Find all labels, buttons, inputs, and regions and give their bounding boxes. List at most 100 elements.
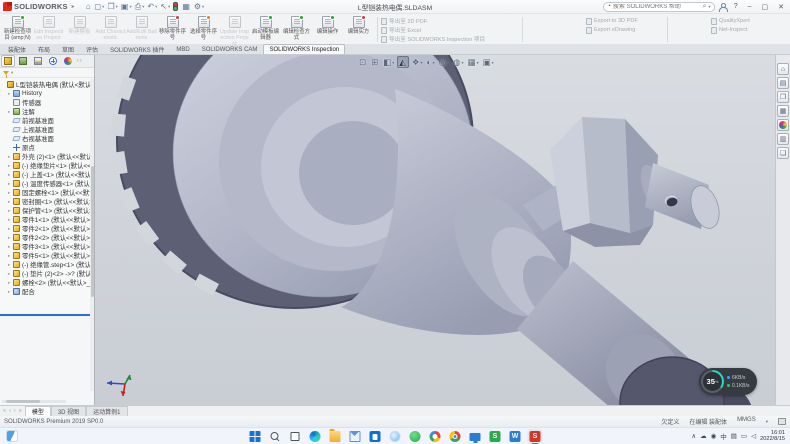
minimize-button[interactable]: – — [745, 3, 755, 10]
tree-item[interactable]: 上视基准面 — [0, 125, 94, 134]
app-menu[interactable]: SOLIDWORKS ▸ — [3, 2, 79, 11]
taskbar-app-button[interactable] — [368, 429, 383, 444]
taskbar-app-button[interactable] — [268, 429, 283, 444]
export-button[interactable]: 导出至 Excel — [381, 26, 519, 34]
login-icon[interactable] — [719, 2, 727, 11]
taskbar-app-button[interactable] — [348, 429, 363, 444]
taskbar-app-button[interactable] — [288, 429, 303, 444]
tree-item[interactable]: 右视基准面 — [0, 134, 94, 143]
document-tab[interactable]: 3D 视图 — [51, 406, 86, 416]
export-button[interactable]: Export to 3D PDF — [586, 17, 664, 25]
taskbar-clock[interactable]: 16:01 2022/8/15 — [760, 430, 785, 443]
document-tab[interactable]: 模型 — [25, 406, 51, 416]
taskbar-app-button[interactable]: W — [508, 429, 523, 444]
headsup-button[interactable]: ◍▾ — [452, 56, 464, 68]
task-pane-tab[interactable]: ▥ — [777, 133, 789, 145]
ribbon-button[interactable]: Update Inspection Project — [219, 15, 250, 44]
tray-icon[interactable]: 中 — [720, 431, 727, 441]
ribbon-tab[interactable]: SOLIDWORKS 插件 — [104, 44, 170, 54]
tree-split-bar[interactable] — [0, 314, 94, 316]
3d-model-thermocouple[interactable] — [95, 55, 775, 405]
units-dropdown-arrow[interactable]: ▾ — [766, 419, 768, 425]
export-button[interactable]: 导出至 2D PDF — [381, 17, 519, 25]
tree-item[interactable]: L型铠装热电偶 (默认<默认_显示状态-1 — [0, 80, 94, 89]
tray-icon[interactable]: ◉ — [711, 432, 717, 440]
tab-scroll-arrow[interactable]: « — [2, 408, 7, 414]
task-pane-tab[interactable]: ▦ — [777, 105, 789, 117]
tree-item[interactable]: ▸ (-) 温度传感器<1> (默认<<默认>_ — [0, 179, 94, 188]
panel-tab-scroll[interactable]: ‹ › — [77, 58, 82, 64]
ribbon-button[interactable]: 新建检查项目 (amp;N) — [2, 15, 33, 44]
headsup-button[interactable]: ⊡ — [358, 56, 368, 68]
taskbar-app-button[interactable]: S — [488, 429, 503, 444]
headsup-button[interactable]: ❖▾ — [411, 56, 424, 68]
task-pane-tab[interactable]: ▤ — [777, 77, 789, 89]
tray-icon[interactable]: ▭ — [741, 432, 747, 440]
tree-item[interactable]: ▸ History — [0, 89, 94, 98]
quick-access-button[interactable]: ⌂ — [85, 1, 93, 13]
tree-item[interactable]: ▸ 零件1<1> (默认<<默认>_显示状态 — [0, 215, 94, 224]
headsup-button[interactable]: ◭ — [397, 56, 409, 68]
tab-scroll-arrow[interactable]: » — [18, 408, 23, 414]
headsup-button[interactable]: ◐▾ — [425, 56, 435, 68]
tab-scroll-arrow[interactable]: ‹ — [8, 408, 12, 414]
document-tab[interactable]: 运动算例1 — [86, 406, 127, 416]
tree-item[interactable]: ▸ (-) 上盖<1> (默认<<默认>_显示状 — [0, 170, 94, 179]
taskbar-app-button[interactable] — [428, 429, 443, 444]
ribbon-button[interactable]: Edit Inspection Project — [33, 15, 64, 44]
tree-item[interactable]: 传感器 — [0, 98, 94, 107]
headsup-button[interactable]: ◎▾ — [438, 56, 450, 68]
ribbon-button[interactable]: 编辑操作 — [312, 15, 343, 44]
taskbar-app-button[interactable] — [408, 429, 423, 444]
quick-access-button[interactable]: ↖▾ — [159, 1, 171, 13]
tree-item[interactable]: 前视基准面 — [0, 116, 94, 125]
quick-access-button[interactable]: ⎙▾ — [134, 1, 146, 13]
tree-item[interactable]: ▸ (-) 垫片 (2)<2> ->? (默认<<默认 — [0, 269, 94, 278]
close-button[interactable]: ✕ — [775, 3, 787, 11]
tree-item[interactable]: ▸ 外壳 (2)<1> (默认<<默认>_显示状 — [0, 152, 94, 161]
quick-access-button[interactable] — [172, 1, 180, 13]
tray-icon[interactable]: ◁ — [751, 432, 756, 440]
ribbon-button[interactable]: 移除零件序号 — [157, 15, 188, 44]
tray-icon[interactable]: ☁ — [700, 432, 707, 440]
tree-item[interactable]: ▸ (-) 绝缘垫片<1> (默认<<默认>_显 — [0, 161, 94, 170]
ribbon-button[interactable]: 选择零件序号 — [188, 15, 219, 44]
tree-item[interactable]: ▸ 零件2<2> (默认<<默认>_显示状 — [0, 233, 94, 242]
ribbon-button[interactable]: 新建模板 — [64, 15, 95, 44]
ribbon-tab[interactable]: 草图 — [56, 44, 80, 54]
taskbar-app-button[interactable] — [448, 429, 463, 444]
headsup-button[interactable]: ▦▾ — [467, 56, 480, 68]
search-icon[interactable]: ⌕ — [703, 3, 707, 11]
tree-item[interactable]: 原点 — [0, 143, 94, 152]
tray-icon[interactable]: ∧ — [691, 432, 696, 440]
tree-item[interactable]: ▸ 密封圈<1> (默认<<默认>_显示状 — [0, 197, 94, 206]
export-button[interactable]: 导出至 SOLIDWORKS Inspection 项目 — [381, 35, 519, 43]
search-input[interactable] — [613, 4, 701, 10]
headsup-button[interactable]: ◧▾ — [382, 56, 395, 68]
ribbon-tab[interactable]: 装配体 — [2, 44, 32, 54]
tree-item[interactable]: ▸ 零件5<1> (默认<<默认>_显示状 — [0, 251, 94, 260]
taskbar-app-button[interactable] — [308, 429, 323, 444]
ribbon-button[interactable]: 编辑实方 — [343, 15, 374, 44]
tree-vertical-scrollbar[interactable] — [90, 79, 94, 391]
export-button[interactable]: QualityXpert — [711, 17, 781, 25]
tray-icon[interactable]: ▤ — [731, 432, 737, 440]
ribbon-button[interactable]: 编辑检查方式 — [281, 15, 312, 44]
tree-item[interactable]: ▸ 固定螺栓<1> (默认<<默认>_显示 — [0, 188, 94, 197]
ribbon-button[interactable]: Add Characteristic — [95, 15, 126, 44]
headsup-button[interactable]: ▣▾ — [482, 56, 495, 68]
tree-item[interactable]: ▸ 保护管<1> (默认<<默认>_显示状 — [0, 206, 94, 215]
task-pane-tab[interactable]: ⌂ — [777, 63, 789, 75]
tree-item[interactable]: ▸ 零件3<1> (默认<<默认>_显示状 — [0, 242, 94, 251]
quick-access-button[interactable]: ❐▾ — [106, 1, 118, 13]
tab-scroll-arrow[interactable]: › — [13, 408, 17, 414]
ribbon-button[interactable]: Add/Edit Balloons — [126, 15, 157, 44]
tree-item[interactable]: ▸ 零件2<1> (默认<<默认>_显示状 — [0, 224, 94, 233]
task-pane-tab[interactable]: ❏ — [777, 147, 789, 159]
tree-item[interactable]: ▸ 配合 — [0, 287, 94, 296]
ribbon-tab[interactable]: MBD — [170, 44, 195, 54]
tree-horizontal-scrollbar[interactable] — [2, 400, 66, 403]
taskbar-app-button[interactable]: S — [528, 429, 543, 444]
quick-access-button[interactable]: ▣▾ — [120, 1, 133, 13]
status-tag-icon[interactable] — [778, 418, 786, 425]
